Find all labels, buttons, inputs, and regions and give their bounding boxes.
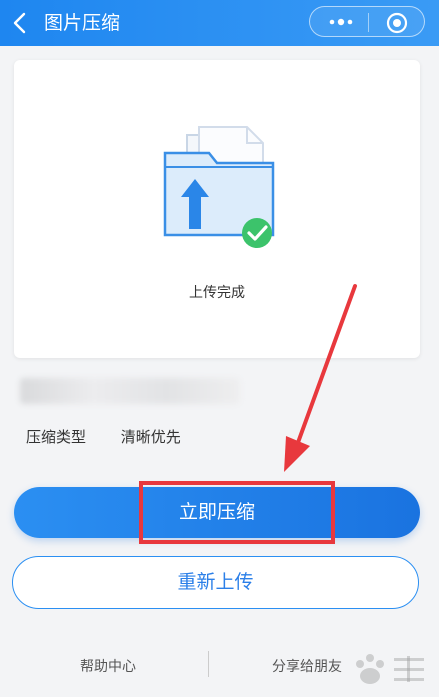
reupload-label: 重新上传 bbox=[177, 571, 254, 593]
annotation-highlight-box bbox=[139, 481, 335, 544]
more-dots-icon[interactable] bbox=[326, 15, 356, 29]
page-title: 图片压缩 bbox=[44, 12, 121, 34]
compress-type-label: 压缩类型 bbox=[26, 428, 87, 446]
mini-program-capsule bbox=[309, 6, 425, 37]
help-center-link[interactable]: 帮助中心 bbox=[80, 656, 136, 676]
close-target-icon[interactable] bbox=[386, 12, 408, 34]
compress-type-value: 清晰优先 bbox=[120, 428, 181, 446]
footer-divider bbox=[208, 651, 209, 677]
reupload-button[interactable]: 重新上传 bbox=[12, 556, 419, 609]
share-link[interactable]: 分享给朋友 bbox=[272, 656, 342, 676]
compress-type-row[interactable]: 压缩类型 清晰优先 bbox=[26, 426, 181, 447]
upload-complete-icon bbox=[163, 126, 275, 248]
annotation-arrow bbox=[284, 284, 357, 472]
watermark-logo bbox=[356, 654, 424, 684]
capsule-divider bbox=[368, 13, 369, 32]
back-arrow-icon[interactable] bbox=[12, 12, 28, 34]
navigation-bar: 图片压缩 bbox=[0, 0, 439, 46]
blurred-file-name bbox=[20, 378, 240, 404]
